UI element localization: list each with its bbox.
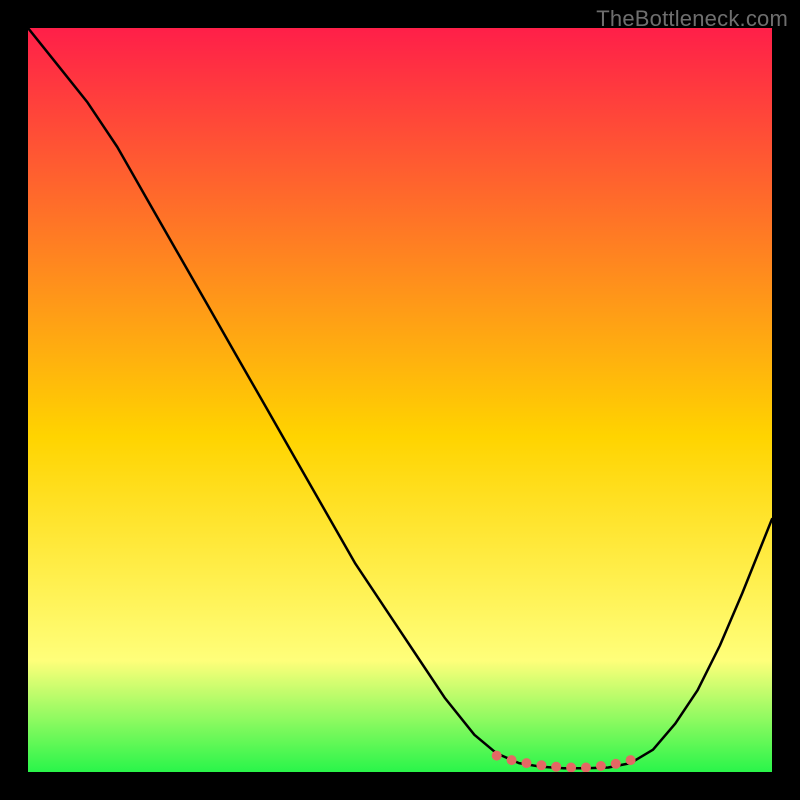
curve-marker [522, 758, 532, 768]
curve-marker [492, 751, 502, 761]
curve-marker [507, 755, 517, 765]
curve-marker [626, 755, 636, 765]
curve-marker [551, 762, 561, 772]
curve-marker [536, 760, 546, 770]
plot-svg [28, 28, 772, 772]
chart-frame: { "watermark": "TheBottleneck.com", "col… [0, 0, 800, 800]
curve-marker [596, 761, 606, 771]
curve-marker [611, 759, 621, 769]
plot-background [28, 28, 772, 772]
